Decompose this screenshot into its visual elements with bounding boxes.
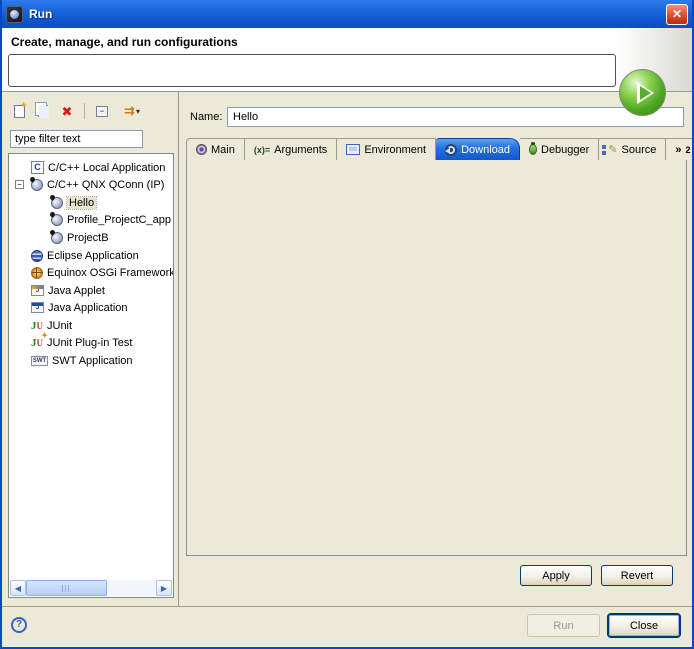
java-application-icon: J xyxy=(31,302,44,313)
scrollbar-thumb[interactable] xyxy=(26,580,107,596)
tab-debugger[interactable]: Debugger xyxy=(520,138,599,160)
collapse-all-button[interactable]: − xyxy=(91,100,113,122)
tree-item-eclipse-application[interactable]: Eclipse Application xyxy=(9,247,174,264)
new-config-icon: ✦ xyxy=(14,105,25,118)
tree-item-profile-projectc[interactable]: Profile_ProjectC_app xyxy=(9,211,174,228)
banner-title: Create, manage, and run configurations xyxy=(11,35,238,49)
swt-application-icon: SWT xyxy=(31,356,48,366)
c-application-icon: C xyxy=(31,161,44,174)
toolbar-separator xyxy=(84,103,85,119)
download-tab-icon xyxy=(445,144,457,156)
tab-overflow-indicator[interactable]: »2 xyxy=(666,138,694,160)
scroll-right-icon[interactable]: ▶ xyxy=(156,580,172,596)
source-tab-icon: ✎ xyxy=(608,143,617,156)
tree-item-swt-application[interactable]: SWT SWT Application xyxy=(9,352,174,369)
apply-button[interactable]: Apply xyxy=(520,565,592,586)
tree-item-projectb[interactable]: ProjectB xyxy=(9,229,174,246)
arguments-tab-icon: (x)= xyxy=(254,145,270,155)
close-button[interactable]: Close xyxy=(608,614,680,637)
delete-icon: ✖ xyxy=(62,105,73,118)
chevron-overflow-icon: » xyxy=(675,144,681,156)
tree-item-junit-plugin-test[interactable]: JU JUnit Plug-in Test xyxy=(9,334,174,351)
collapse-all-icon: − xyxy=(96,106,108,117)
qnx-config-icon xyxy=(51,197,63,209)
title-bar[interactable]: Run ✕ xyxy=(0,0,694,28)
name-label: Name: xyxy=(190,111,222,123)
configurations-toolbar: ✦ ✖ − ⇉ ▾ xyxy=(8,99,149,123)
close-icon[interactable]: ✕ xyxy=(666,4,688,25)
run-button[interactable]: Run xyxy=(527,614,600,637)
window-icon xyxy=(6,6,23,23)
tree-item-c-local-application[interactable]: C C/C++ Local Application xyxy=(9,159,174,176)
debugger-tab-icon xyxy=(529,144,537,155)
scroll-left-icon[interactable]: ◀ xyxy=(10,580,26,596)
footer-separator xyxy=(2,606,692,607)
expand-toggle-icon[interactable]: − xyxy=(15,180,24,189)
tab-arguments[interactable]: (x)= Arguments xyxy=(245,138,337,160)
name-input[interactable] xyxy=(227,107,684,127)
qnx-config-icon xyxy=(31,179,43,191)
tree-horizontal-scrollbar[interactable]: ◀ ▶ xyxy=(10,580,172,596)
configurations-tree: C C/C++ Local Application − C/C++ QNX QC… xyxy=(8,153,174,598)
tree-item-java-application[interactable]: J Java Application xyxy=(9,299,174,316)
tab-source[interactable]: ✎ Source xyxy=(599,138,666,160)
run-dialog: Run ✕ Create, manage, and run configurat… xyxy=(0,0,694,649)
header-banner: Create, manage, and run configurations xyxy=(2,28,692,92)
tree-item-qnx-qconn[interactable]: − C/C++ QNX QConn (IP) xyxy=(9,176,174,193)
equinox-framework-icon xyxy=(31,267,43,279)
junit-plugin-icon: JU xyxy=(31,337,43,349)
tree-item-java-applet[interactable]: J Java Applet xyxy=(9,282,174,299)
qnx-config-icon xyxy=(51,232,63,244)
message-area xyxy=(8,54,616,87)
delete-configuration-button[interactable]: ✖ xyxy=(56,100,78,122)
filter-button[interactable]: ⇉ ▾ xyxy=(115,100,149,122)
java-applet-icon: J xyxy=(31,285,44,296)
tab-download[interactable]: Download xyxy=(436,138,520,160)
window-title: Run xyxy=(29,7,666,21)
config-tabs: Main (x)= Arguments Environment Download… xyxy=(186,137,694,160)
tree-item-hello[interactable]: Hello xyxy=(9,194,174,211)
filter-input[interactable] xyxy=(10,130,143,148)
help-button[interactable]: ? xyxy=(11,617,27,633)
eclipse-application-icon xyxy=(31,250,43,262)
main-tab-icon xyxy=(196,144,207,155)
chevron-down-icon: ▾ xyxy=(136,107,140,116)
panel-divider[interactable] xyxy=(178,92,179,606)
environment-tab-icon xyxy=(346,144,360,155)
new-configuration-button[interactable]: ✦ xyxy=(8,100,30,122)
tree-item-junit[interactable]: JU JUnit xyxy=(9,317,174,334)
download-tab-panel xyxy=(186,159,687,556)
filter-icon: ⇉ xyxy=(124,103,135,119)
qnx-config-icon xyxy=(51,214,63,226)
tab-environment[interactable]: Environment xyxy=(337,138,436,160)
tree-item-equinox-osgi[interactable]: Equinox OSGi Framework xyxy=(9,264,174,281)
run-hero-icon xyxy=(619,69,666,116)
revert-button[interactable]: Revert xyxy=(601,565,673,586)
duplicate-icon xyxy=(38,105,48,117)
tab-main[interactable]: Main xyxy=(186,138,245,160)
duplicate-configuration-button[interactable] xyxy=(32,100,54,122)
